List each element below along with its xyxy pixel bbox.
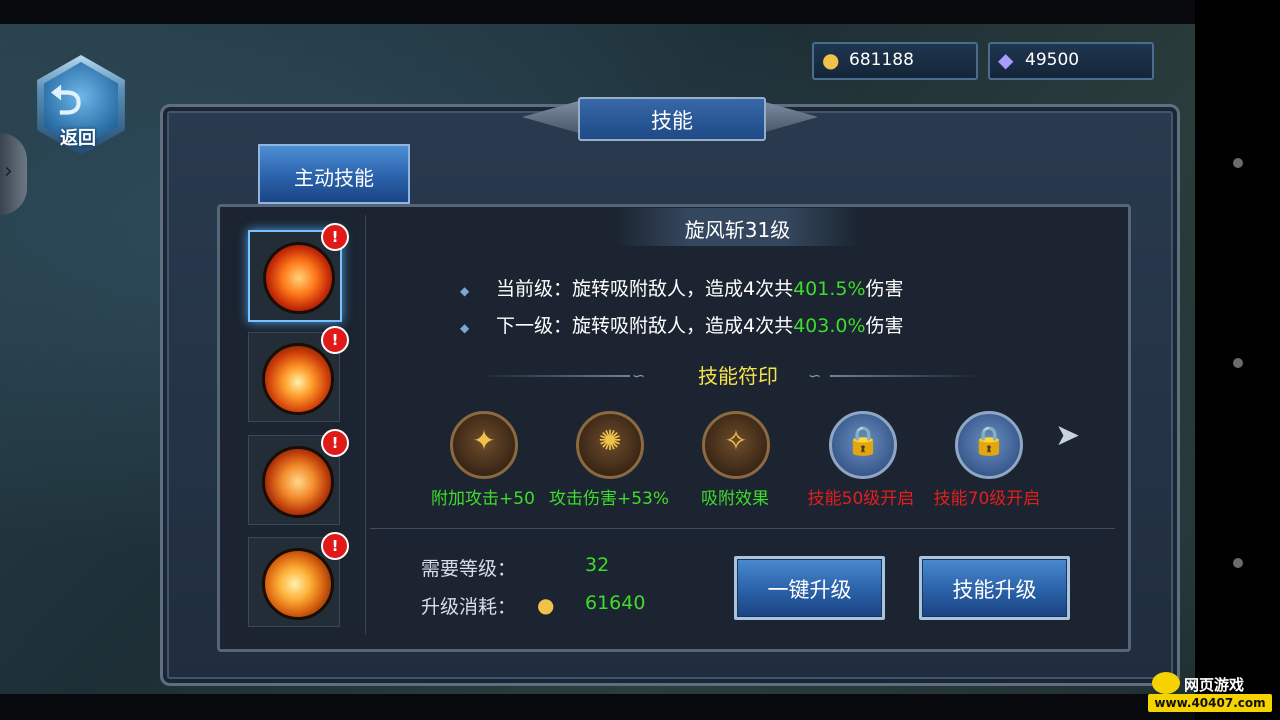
level-req-label: 需要等级： xyxy=(421,558,517,580)
alert-badge-2: ! xyxy=(321,326,349,354)
skill-name: 旋风斩31级 xyxy=(684,218,791,242)
nav-dot-top[interactable] xyxy=(1233,158,1243,168)
window-title: 技能 xyxy=(651,109,693,133)
gold-counter: ● 681188 xyxy=(812,42,978,80)
tab-label: 主动技能 xyxy=(294,166,374,190)
nav-dot-bottom[interactable] xyxy=(1233,558,1243,568)
site-watermark: 网页游戏 www.40407.com xyxy=(1148,672,1274,716)
cost-value: 61640 xyxy=(585,592,646,614)
chevron-right-icon: › xyxy=(4,159,13,184)
next-arrow-icon[interactable]: ➤ xyxy=(1055,418,1080,453)
section-divider xyxy=(370,528,1115,529)
current-level-desc: ◆ 当前级：旋转吸附敌人，造成4次共401.5%伤害 xyxy=(460,278,904,300)
gem-icon: ◆ xyxy=(998,48,1014,72)
rune-attack-icon[interactable]: ✦ xyxy=(450,411,518,479)
back-label: 返回 xyxy=(60,128,96,149)
next-level-desc: ◆ 下一级：旋转吸附敌人，造成4次共403.0%伤害 xyxy=(460,315,904,337)
whirlwind-icon xyxy=(263,242,335,314)
rune-label-3: 吸附效果 xyxy=(701,489,769,509)
bullet-icon: ◆ xyxy=(460,321,470,335)
alert-badge-1: ! xyxy=(321,223,349,251)
fire-slash-icon xyxy=(262,343,334,415)
gold-coin-icon: ● xyxy=(822,48,840,72)
flame-dash-icon xyxy=(262,548,334,620)
watermark-logo-icon xyxy=(1152,672,1180,694)
alert-badge-4: ! xyxy=(321,532,349,560)
rune-absorb-icon[interactable]: ✧ xyxy=(702,411,770,479)
rune-label-5: 技能70级开启 xyxy=(933,489,1041,509)
section-line-right xyxy=(830,375,980,377)
next-damage-value: 403.0% xyxy=(793,315,866,337)
tab-active-skills[interactable]: 主动技能 xyxy=(258,144,410,204)
lock-icon[interactable]: 🔒 xyxy=(955,411,1023,479)
cost-label: 升级消耗： xyxy=(421,596,517,618)
fire-shield-icon xyxy=(262,446,334,518)
gold-value: 681188 xyxy=(849,50,914,70)
rune-label-2: 攻击伤害+53% xyxy=(548,489,670,509)
window-title-plate: 技能 xyxy=(578,97,766,141)
gold-coin-icon: ● xyxy=(537,593,555,617)
rune-label-1: 附加攻击+50 xyxy=(431,489,535,509)
section-line-left xyxy=(480,375,630,377)
top-black-strip xyxy=(0,0,1280,24)
bottom-black-strip xyxy=(0,694,1280,720)
rune-section-title: 技能符印 xyxy=(698,364,778,388)
one-click-upgrade-button[interactable]: 一键升级 xyxy=(734,556,885,620)
level-req-value: 32 xyxy=(585,554,610,576)
list-divider xyxy=(365,215,366,635)
nav-dot-middle[interactable] xyxy=(1233,358,1243,368)
ornament-icon: ∽ xyxy=(808,366,822,385)
alert-badge-3: ! xyxy=(321,429,349,457)
rune-vortex-icon[interactable]: ✺ xyxy=(576,411,644,479)
gem-value: 49500 xyxy=(1025,50,1080,70)
gem-counter: ◆ 49500 xyxy=(988,42,1154,80)
bullet-icon: ◆ xyxy=(460,284,470,298)
rune-label-4: 技能50级开启 xyxy=(807,489,915,509)
current-damage-value: 401.5% xyxy=(793,278,866,300)
ornament-icon: ∽ xyxy=(632,366,646,385)
lock-icon[interactable]: 🔒 xyxy=(829,411,897,479)
skill-upgrade-button[interactable]: 技能升级 xyxy=(919,556,1070,620)
